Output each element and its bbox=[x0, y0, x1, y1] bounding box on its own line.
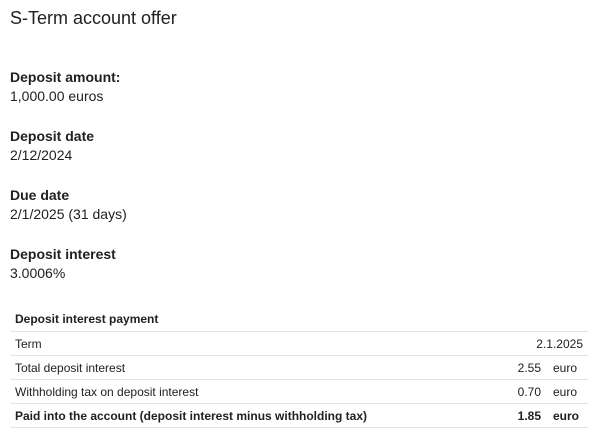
withholding-tax-value: 0.70 bbox=[500, 379, 548, 404]
deposit-interest-field: Deposit interest 3.0006% bbox=[10, 245, 116, 282]
total-interest-value: 2.55 bbox=[500, 355, 548, 380]
table-header: Deposit interest payment bbox=[10, 308, 588, 332]
withholding-tax-label: Withholding tax on deposit interest bbox=[10, 379, 501, 404]
table-row: Withholding tax on deposit interest 0.70… bbox=[10, 379, 588, 404]
interest-payment-table: Deposit interest payment Term 2.1.2025 T… bbox=[10, 308, 588, 428]
due-date-label: Due date bbox=[10, 187, 70, 203]
deposit-interest-label: Deposit interest bbox=[10, 246, 116, 262]
deposit-interest-value: 3.0006% bbox=[10, 265, 66, 281]
table-row: Total deposit interest 2.55 euro bbox=[10, 355, 588, 380]
page-title: S-Term account offer bbox=[10, 8, 177, 28]
deposit-date-field: Deposit date 2/12/2024 bbox=[10, 127, 94, 164]
paid-into-account-value: 1.85 bbox=[500, 403, 548, 428]
table-row: Paid into the account (deposit interest … bbox=[10, 403, 588, 428]
term-value: 2.1.2025 bbox=[500, 331, 588, 356]
due-date-field: Due date 2/1/2025 (31 days) bbox=[10, 186, 127, 223]
paid-into-account-label: Paid into the account (deposit interest … bbox=[10, 403, 501, 428]
table-header-row: Deposit interest payment bbox=[10, 308, 588, 332]
deposit-date-label: Deposit date bbox=[10, 128, 95, 144]
deposit-amount-value: 1,000.00 euros bbox=[10, 88, 104, 104]
total-interest-unit: euro bbox=[548, 355, 588, 380]
withholding-tax-unit: euro bbox=[548, 379, 588, 404]
deposit-amount-field: Deposit amount: 1,000.00 euros bbox=[10, 68, 120, 105]
due-date-value: 2/1/2025 (31 days) bbox=[10, 206, 127, 222]
term-label: Term bbox=[10, 331, 501, 356]
deposit-amount-label: Deposit amount: bbox=[10, 69, 121, 85]
deposit-date-value: 2/12/2024 bbox=[10, 147, 73, 163]
total-interest-label: Total deposit interest bbox=[10, 355, 501, 380]
paid-into-account-unit: euro bbox=[548, 403, 588, 428]
table-row: Term 2.1.2025 bbox=[10, 331, 588, 356]
